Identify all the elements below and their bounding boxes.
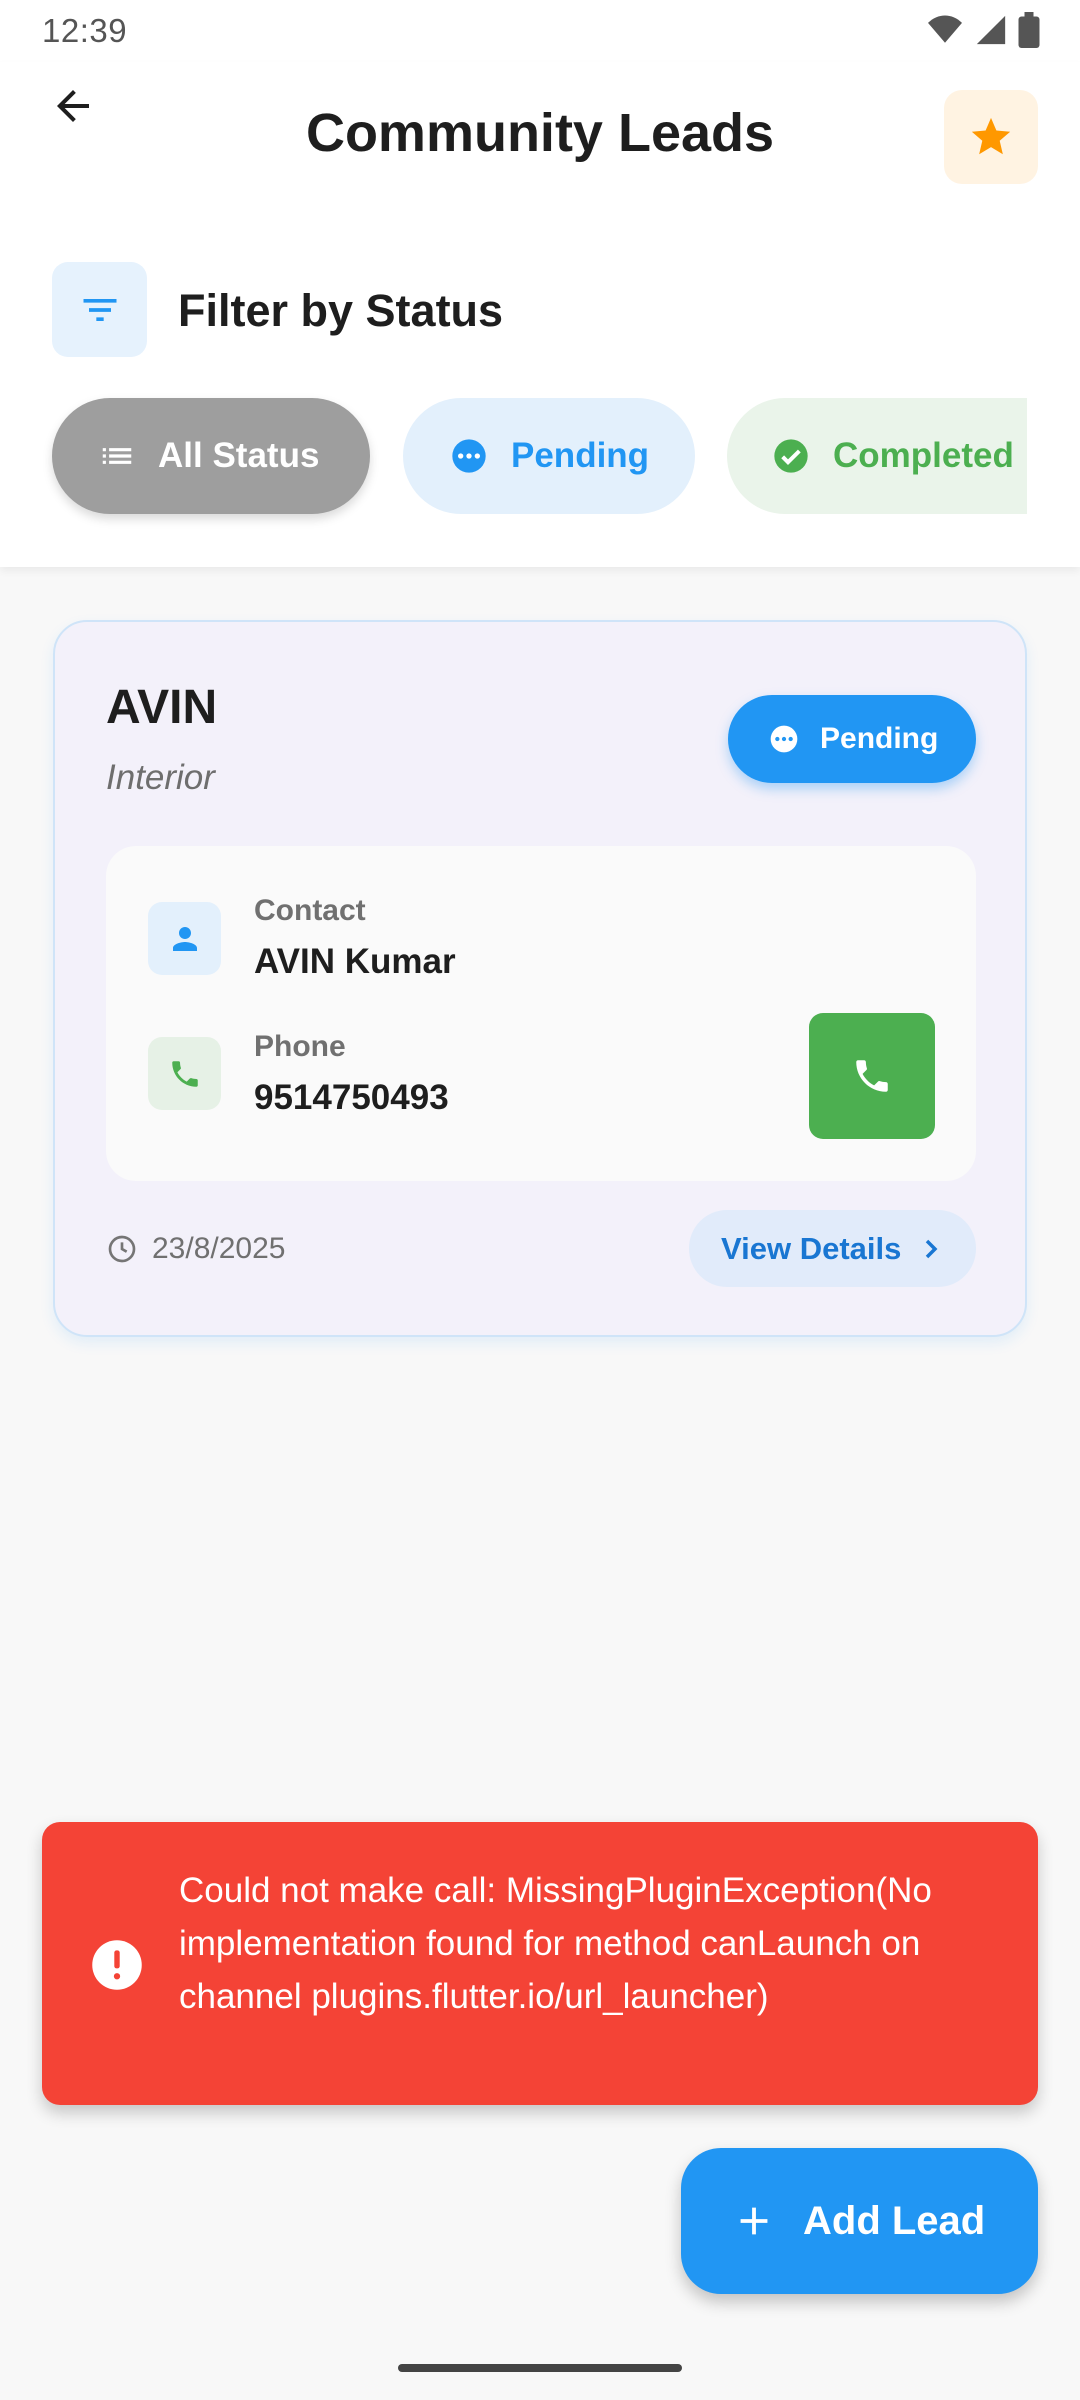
view-details-label: View Details — [721, 1230, 902, 1266]
signal-icon — [976, 15, 1006, 45]
status-time: 12:39 — [42, 12, 128, 49]
chevron-right-icon — [926, 1239, 938, 1258]
status-bar: 12:39 — [0, 0, 1080, 62]
lead-type: Interior — [106, 758, 215, 797]
contact-icon-box — [148, 902, 221, 975]
phone-label: Phone — [254, 1030, 346, 1063]
error-icon — [92, 1940, 142, 1990]
filter-title: Filter by Status — [178, 285, 504, 336]
contact-info-box: Contact AVIN Kumar Phone 9514750493 — [106, 846, 976, 1181]
chip-all-status[interactable]: All Status — [52, 398, 370, 514]
star-icon — [971, 117, 1011, 155]
status-badge: Pending — [728, 695, 976, 783]
status-icons — [926, 12, 1040, 48]
date-row: 23/8/2025 — [106, 1232, 285, 1266]
chip-label: Pending — [511, 436, 650, 475]
phone-icon-box — [148, 1037, 221, 1110]
clock-icon — [108, 1235, 136, 1263]
plus-icon — [740, 2207, 768, 2235]
contact-value: AVIN Kumar — [254, 942, 456, 981]
list-icon — [102, 448, 132, 464]
lead-name: AVIN — [106, 681, 218, 734]
phone-value: 9514750493 — [254, 1078, 449, 1117]
status-badge-label: Pending — [820, 722, 939, 755]
call-button[interactable] — [809, 1013, 935, 1139]
favorite-button[interactable] — [944, 90, 1038, 184]
chip-pending[interactable]: Pending — [403, 398, 695, 514]
check-circle-icon — [774, 439, 808, 473]
chip-label: All Status — [158, 436, 320, 475]
chip-completed[interactable]: Completed — [727, 398, 1027, 514]
lead-date: 23/8/2025 — [152, 1232, 286, 1265]
filter-icon — [83, 298, 116, 321]
view-details-button[interactable]: View Details — [689, 1210, 976, 1287]
add-lead-label: Add Lead — [803, 2198, 986, 2243]
more-circle-icon — [770, 725, 798, 753]
contact-label: Contact — [254, 894, 366, 927]
wifi-icon — [928, 15, 962, 43]
person-icon — [172, 926, 197, 951]
home-indicator[interactable] — [398, 2364, 682, 2372]
filter-icon-box — [52, 262, 147, 357]
battery-icon — [1018, 12, 1040, 48]
more-circle-icon — [452, 439, 486, 473]
error-snackbar: Could not make call: MissingPluginExcept… — [42, 1822, 1038, 2105]
snackbar-message: Could not make call: MissingPluginExcept… — [179, 1871, 932, 2016]
chip-label: Completed — [833, 436, 1014, 475]
phone-icon — [856, 1060, 888, 1092]
page-title: Community Leads — [305, 103, 775, 163]
add-lead-button[interactable]: Add Lead — [681, 2148, 1038, 2294]
phone-icon — [171, 1060, 198, 1087]
lead-card[interactable]: AVIN Interior Pending Contact AVIN Kumar… — [53, 620, 1027, 1337]
